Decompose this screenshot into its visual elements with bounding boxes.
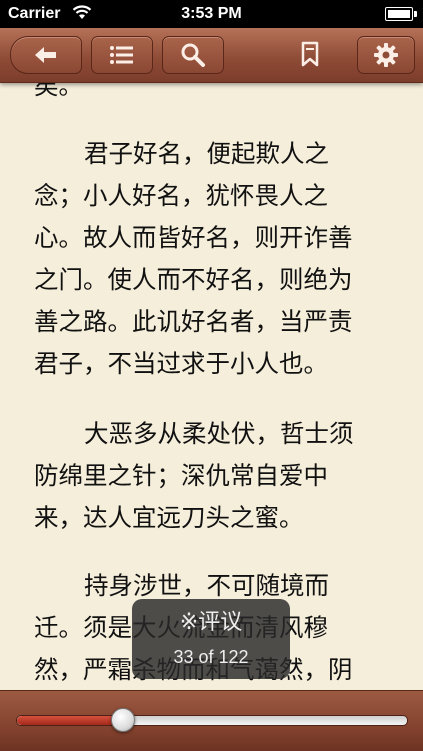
text-line: 君子好名，便起欺人之 — [84, 139, 329, 168]
text-line: 矣。 — [34, 83, 83, 100]
bookmark-button[interactable] — [287, 36, 333, 72]
table-of-contents-button[interactable] — [91, 36, 153, 74]
bottom-bar — [0, 690, 423, 751]
slider-thumb[interactable] — [111, 708, 136, 732]
gear-icon — [373, 42, 399, 68]
chapter-title: ※评议 — [179, 610, 243, 635]
text-line: 之门。使人而不好名，则绝为 — [34, 265, 353, 294]
status-bar: Carrier 3:53 PM — [0, 0, 423, 28]
page-indicator-popup: ※评议 33 of 122 — [132, 599, 290, 679]
text-line: 防绵里之针；深仇常自爱中 — [34, 461, 328, 490]
page-number: 33 of 122 — [173, 647, 249, 667]
clock: 3:53 PM — [181, 5, 242, 22]
text-line: 心。故人而皆好名，则开诈善 — [34, 223, 353, 252]
reader-toolbar — [0, 28, 423, 83]
page-slider[interactable] — [16, 708, 408, 732]
text-line: 善之路。此讥好名者，当严责 — [34, 307, 353, 336]
search-button[interactable] — [162, 36, 224, 74]
slider-fill — [17, 716, 123, 725]
search-icon — [180, 42, 206, 68]
text-line: 大恶多从柔处伏，哲士须 — [84, 419, 354, 448]
text-line: 持身涉世，不可随境而 — [84, 571, 329, 600]
list-icon — [109, 45, 135, 65]
bookmark-icon — [300, 41, 320, 67]
back-button[interactable] — [10, 36, 82, 74]
settings-button[interactable] — [357, 36, 415, 74]
text-line: 来，达人宜远刀头之蜜。 — [34, 503, 304, 532]
back-arrow-icon — [33, 45, 59, 65]
battery-icon — [385, 7, 417, 21]
text-line: 君子，不当过求于小人也。 — [34, 349, 328, 378]
text-line: 念；小人好名，犹怀畏人之 — [34, 181, 328, 210]
